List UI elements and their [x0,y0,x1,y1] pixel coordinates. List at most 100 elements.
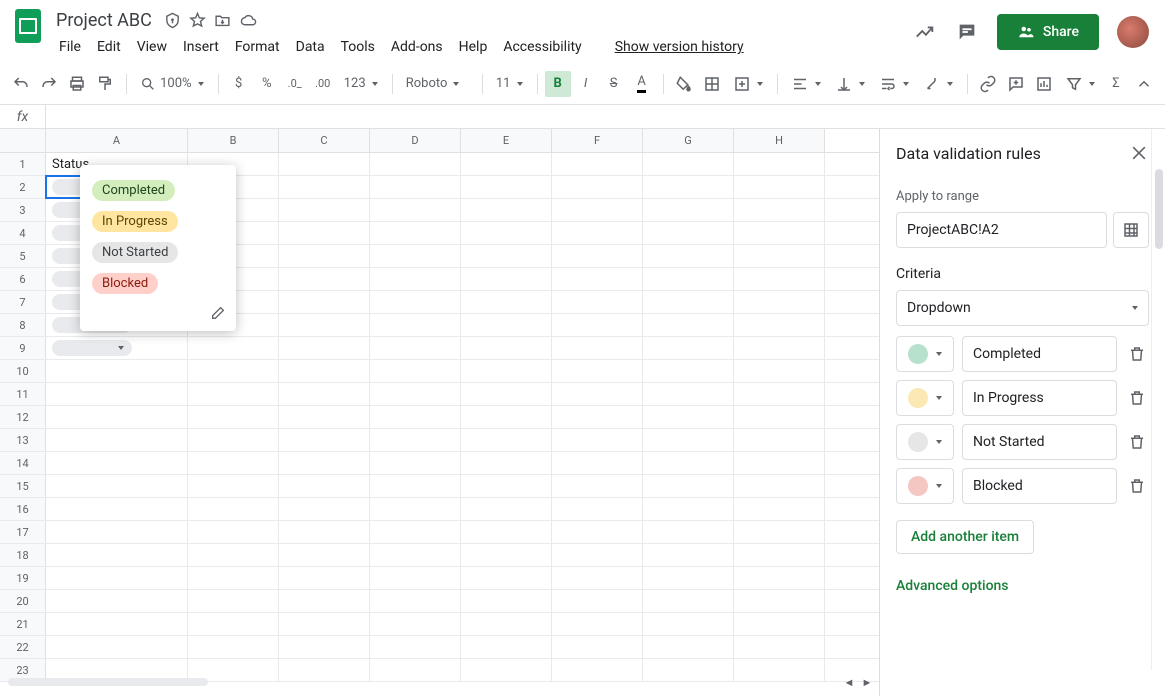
account-avatar[interactable] [1117,16,1149,48]
cell-C10[interactable] [279,360,370,382]
cell-F11[interactable] [552,383,643,405]
cell-D14[interactable] [370,452,461,474]
cell-H13[interactable] [734,429,825,451]
cell-H22[interactable] [734,636,825,658]
option-color-dropdown[interactable] [896,336,954,372]
cell-B22[interactable] [188,636,279,658]
cell-C14[interactable] [279,452,370,474]
cell-A12[interactable] [46,406,188,428]
cell-H14[interactable] [734,452,825,474]
cell-E16[interactable] [461,498,552,520]
cell-A15[interactable] [46,475,188,497]
cell-G15[interactable] [643,475,734,497]
cell-H8[interactable] [734,314,825,336]
row-header-11[interactable]: 11 [0,383,46,405]
filter-dropdown[interactable] [1059,71,1101,97]
sheets-logo[interactable] [8,6,48,46]
row-header-20[interactable]: 20 [0,590,46,612]
collapse-toolbar-button[interactable] [1131,71,1157,97]
cell-B12[interactable] [188,406,279,428]
comments-icon[interactable] [955,20,979,44]
panel-scrollbar[interactable] [1151,129,1165,670]
cell-A10[interactable] [46,360,188,382]
inspect-icon[interactable] [164,12,181,29]
cell-E21[interactable] [461,613,552,635]
menu-view[interactable]: View [130,35,174,59]
cell-E10[interactable] [461,360,552,382]
share-button[interactable]: Share [997,14,1099,50]
cell-G7[interactable] [643,291,734,313]
cell-E15[interactable] [461,475,552,497]
menu-file[interactable]: File [52,35,88,59]
cell-F6[interactable] [552,268,643,290]
cell-H5[interactable] [734,245,825,267]
cell-C22[interactable] [279,636,370,658]
cell-F18[interactable] [552,544,643,566]
dropdown-option[interactable]: Blocked [80,268,236,299]
cell-D7[interactable] [370,291,461,313]
cell-B21[interactable] [188,613,279,635]
cell-H11[interactable] [734,383,825,405]
cell-C19[interactable] [279,567,370,589]
cell-E23[interactable] [461,659,552,681]
cell-B15[interactable] [188,475,279,497]
row-header-13[interactable]: 13 [0,429,46,451]
italic-button[interactable]: I [573,71,599,97]
cell-C7[interactable] [279,291,370,313]
cell-E13[interactable] [461,429,552,451]
dropdown-chip[interactable] [52,340,132,356]
cell-D10[interactable] [370,360,461,382]
cell-C20[interactable] [279,590,370,612]
cell-F1[interactable] [552,153,643,175]
delete-option-button[interactable] [1125,433,1149,451]
cell-F20[interactable] [552,590,643,612]
link-button[interactable] [975,71,1001,97]
cell-E2[interactable] [461,176,552,198]
cell-E6[interactable] [461,268,552,290]
cell-D13[interactable] [370,429,461,451]
cell-G22[interactable] [643,636,734,658]
cell-A21[interactable] [46,613,188,635]
cell-C2[interactable] [279,176,370,198]
cell-E17[interactable] [461,521,552,543]
cell-D22[interactable] [370,636,461,658]
cell-F15[interactable] [552,475,643,497]
cell-C23[interactable] [279,659,370,681]
star-icon[interactable] [189,12,206,29]
cell-B20[interactable] [188,590,279,612]
cell-D19[interactable] [370,567,461,589]
insert-chart-button[interactable] [1031,71,1057,97]
percent-button[interactable]: % [254,71,280,97]
cell-D11[interactable] [370,383,461,405]
cell-D18[interactable] [370,544,461,566]
row-header-15[interactable]: 15 [0,475,46,497]
cell-G21[interactable] [643,613,734,635]
tab-nav-left[interactable]: ◄ [841,674,857,690]
cell-F2[interactable] [552,176,643,198]
zoom-dropdown[interactable]: 100% [134,71,209,97]
delete-option-button[interactable] [1125,477,1149,495]
tab-nav-right[interactable]: ► [859,674,875,690]
cell-C6[interactable] [279,268,370,290]
cell-H15[interactable] [734,475,825,497]
rotate-dropdown[interactable] [917,71,959,97]
cell-C8[interactable] [279,314,370,336]
cell-F22[interactable] [552,636,643,658]
cell-A9[interactable] [46,337,188,359]
menu-format[interactable]: Format [228,35,287,59]
cell-H10[interactable] [734,360,825,382]
cell-C13[interactable] [279,429,370,451]
cell-C16[interactable] [279,498,370,520]
cell-E12[interactable] [461,406,552,428]
dropdown-option[interactable]: In Progress [80,206,236,237]
delete-option-button[interactable] [1125,345,1149,363]
cell-G19[interactable] [643,567,734,589]
cell-C17[interactable] [279,521,370,543]
cell-H18[interactable] [734,544,825,566]
option-color-dropdown[interactable] [896,468,954,504]
paint-format-button[interactable] [92,71,118,97]
cell-H17[interactable] [734,521,825,543]
cell-C15[interactable] [279,475,370,497]
cell-H23[interactable] [734,659,825,681]
menu-accessibility[interactable]: Accessibility [496,35,588,59]
